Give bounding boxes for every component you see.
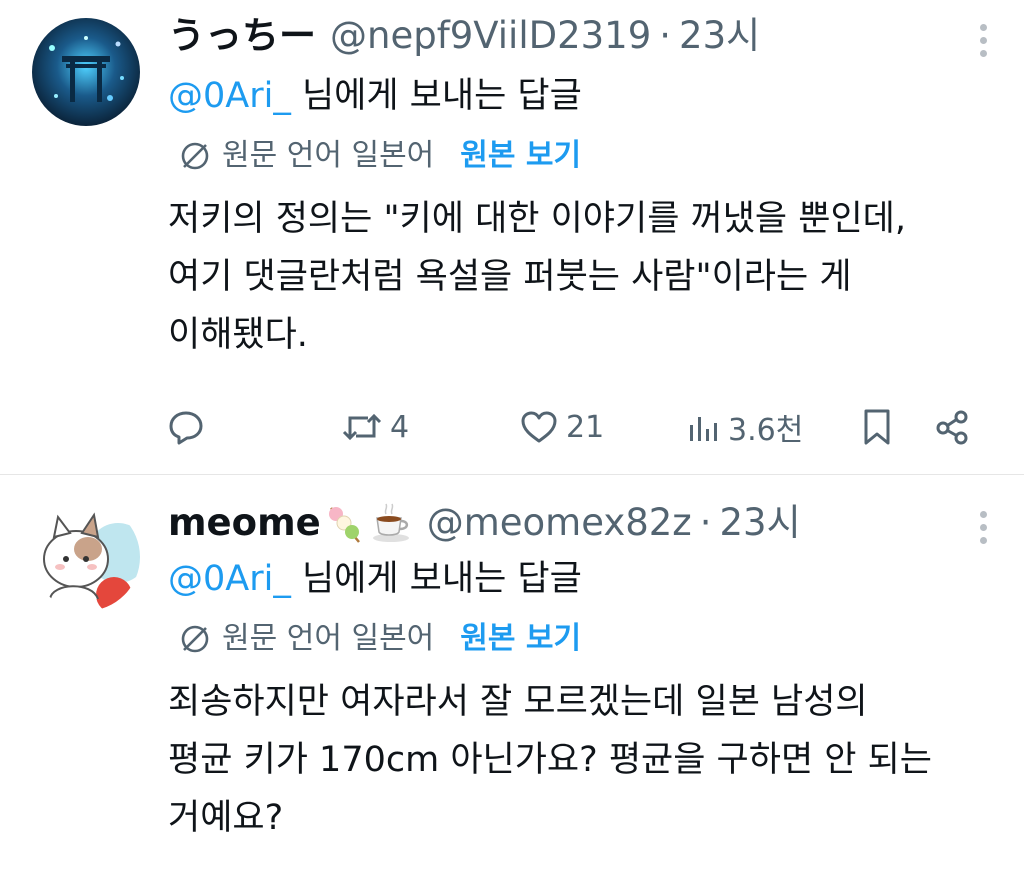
tweet-actions: 4 21 3.6천 xyxy=(0,402,1024,452)
like-button[interactable]: 21 xyxy=(518,402,604,452)
tweet-text-line: 저키의 정의는 "키에 대한 이야기를 꺼냈을 뿐인데, xyxy=(168,199,906,239)
views-icon xyxy=(690,417,717,441)
avatar[interactable] xyxy=(32,503,140,611)
tweet[interactable]: うっちー @nepf9ViilD2319 · 23시 @0Ari_ 님에게 보내… xyxy=(0,0,1024,475)
timestamp[interactable]: 23시 xyxy=(679,14,760,58)
tweet-text-line: 죄송하지만 여자라서 잘 모르겠는데 일본 남성의 xyxy=(168,682,868,722)
user-handle[interactable]: @meomex82z xyxy=(427,501,692,545)
reply-context: @0Ari_ 님에게 보내는 답글 xyxy=(168,557,582,601)
more-vertical-icon[interactable] xyxy=(978,24,988,63)
avatar-image xyxy=(32,18,140,126)
reply-context-label: 님에게 보내는 답글 xyxy=(290,559,582,599)
tweet-text: 죄송하지만 여자라서 잘 모르겠는데 일본 남성의 평균 키가 170cm 아닌… xyxy=(168,673,978,847)
display-name[interactable]: うっちー xyxy=(168,14,316,58)
separator-dot: · xyxy=(659,14,672,57)
tweet-text-line: 여기 댓글란처럼 욕설을 퍼붓는 사람"이라는 게 xyxy=(168,257,852,297)
reply-context-label: 님에게 보내는 답글 xyxy=(290,76,582,116)
reply-mention-link[interactable]: @0Ari_ xyxy=(168,76,291,116)
globe-translate-icon xyxy=(181,625,209,653)
teacup-emoji xyxy=(372,503,409,542)
retweet-icon xyxy=(342,413,382,441)
timestamp[interactable]: 23시 xyxy=(719,501,800,545)
dango-emoji xyxy=(328,507,360,543)
translation-bar: 원문 언어 일본어 원본 보기 xyxy=(178,619,581,659)
display-name[interactable]: meome xyxy=(168,501,321,545)
reply-button[interactable] xyxy=(166,402,206,452)
tweet-text-line: 거예요? xyxy=(168,798,284,838)
avatar-image xyxy=(32,503,140,611)
tweet-header: meome @meomex82z · 23시 xyxy=(168,501,801,545)
source-language-label: 원문 언어 일본어 xyxy=(222,138,435,173)
share-button[interactable] xyxy=(932,402,972,452)
retweet-count: 4 xyxy=(390,409,410,445)
share-icon xyxy=(936,410,968,445)
tweet[interactable]: meome @meomex82z · 23시 @0Ari_ 님에게 보내는 답글… xyxy=(0,475,1024,870)
avatar[interactable] xyxy=(32,18,140,126)
bookmark-icon xyxy=(864,409,890,445)
reply-mention-link[interactable]: @0Ari_ xyxy=(168,559,291,599)
user-handle[interactable]: @nepf9ViilD2319 xyxy=(330,14,651,58)
source-language-label: 원문 언어 일본어 xyxy=(222,621,435,656)
globe-translate-icon xyxy=(181,142,209,170)
more-vertical-icon[interactable] xyxy=(978,511,988,550)
tweet-text: 저키의 정의는 "키에 대한 이야기를 꺼냈을 뿐인데, 여기 댓글란처럼 욕설… xyxy=(168,190,978,364)
tweet-header: うっちー @nepf9ViilD2319 · 23시 xyxy=(168,14,760,58)
show-original-link[interactable]: 원본 보기 xyxy=(460,136,581,176)
tweet-text-line: 이해됐다. xyxy=(168,315,308,355)
reply-icon xyxy=(169,411,203,445)
like-count: 21 xyxy=(566,409,605,445)
retweet-button[interactable]: 4 xyxy=(340,402,409,452)
like-icon xyxy=(521,411,557,443)
views-button[interactable]: 3.6천 xyxy=(686,402,803,452)
views-count: 3.6천 xyxy=(728,413,804,448)
translation-bar: 원문 언어 일본어 원본 보기 xyxy=(178,136,581,176)
show-original-link[interactable]: 원본 보기 xyxy=(460,619,581,659)
separator-dot: · xyxy=(699,501,712,544)
tweet-text-line: 평균 키가 170cm 아닌가요? 평균을 구하면 안 되는 xyxy=(168,740,932,780)
bookmark-button[interactable] xyxy=(860,402,894,452)
reply-context: @0Ari_ 님에게 보내는 답글 xyxy=(168,74,582,118)
